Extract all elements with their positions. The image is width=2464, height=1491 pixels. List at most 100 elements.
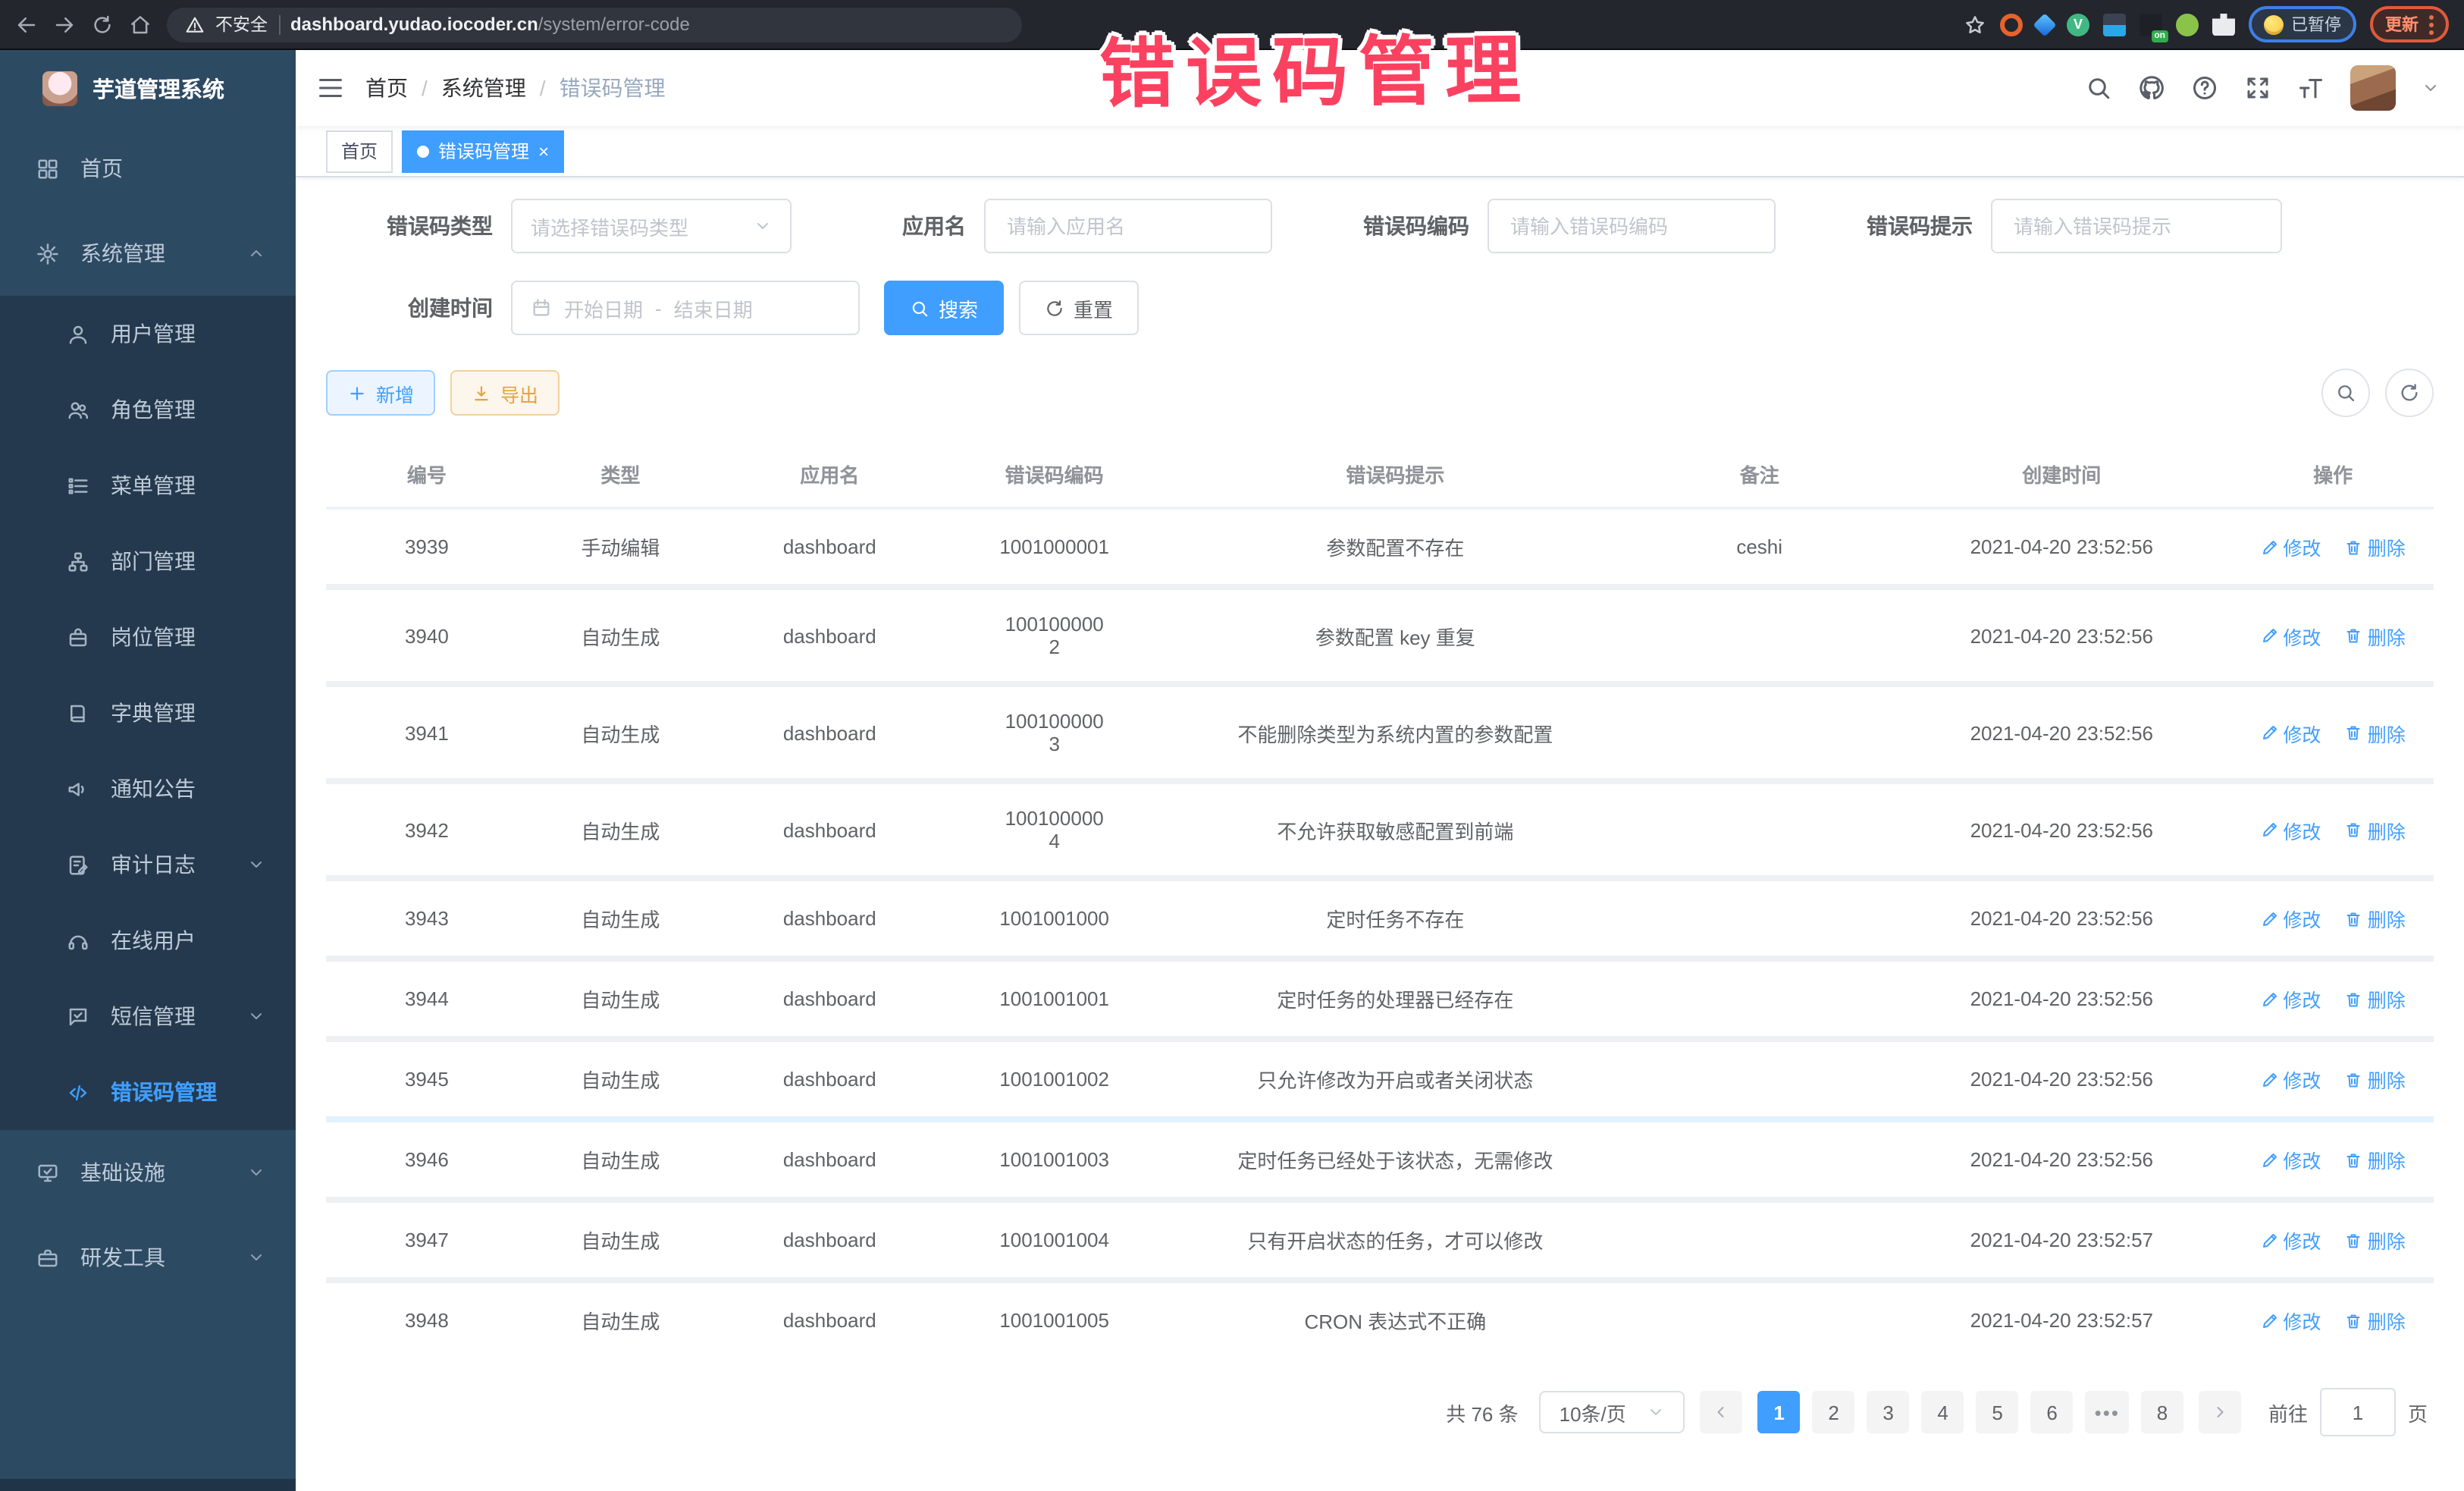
edit-link[interactable]: 修改	[2260, 532, 2321, 561]
sidebar-item[interactable]: 岗位管理	[0, 599, 296, 675]
delete-link[interactable]: 删除	[2345, 904, 2406, 933]
extensions-puzzle-icon[interactable]	[2212, 13, 2235, 36]
sidebar-item[interactable]: 通知公告	[0, 751, 296, 827]
browser-reload-icon[interactable]	[91, 13, 114, 36]
browser-menu-icon[interactable]	[2429, 14, 2434, 34]
browser-forward-icon[interactable]	[53, 13, 76, 36]
sidebar-item[interactable]: 审计日志	[0, 827, 296, 902]
logo-avatar	[42, 71, 77, 105]
cell-id: 3948	[326, 1280, 528, 1358]
page-button[interactable]: •••	[2086, 1391, 2129, 1433]
delete-link[interactable]: 删除	[2345, 621, 2406, 650]
extension-key-icon[interactable]	[2176, 13, 2199, 36]
extension-adblock-on-icon[interactable]	[2140, 13, 2162, 36]
app-logo[interactable]: 芋道管理系统	[0, 50, 296, 126]
chevron-icon	[247, 244, 265, 262]
search-button[interactable]: 搜索	[884, 281, 1004, 335]
help-icon[interactable]	[2191, 74, 2218, 102]
sidebar-item[interactable]: 首页	[0, 126, 296, 211]
app-name-input[interactable]	[1004, 213, 1252, 239]
goto-page-input[interactable]	[2320, 1388, 2396, 1436]
sidebar-item[interactable]: 字典管理	[0, 675, 296, 751]
breadcrumb-current: 错误码管理	[560, 73, 666, 103]
date-range-picker[interactable]: 开始日期 - 结束日期	[511, 281, 860, 335]
extension-vue-devtools-icon[interactable]: V	[2067, 13, 2089, 36]
breadcrumb-home[interactable]: 首页	[365, 73, 408, 103]
delete-link[interactable]: 删除	[2345, 1065, 2406, 1094]
browser-home-icon[interactable]	[129, 13, 152, 36]
cell-id: 3944	[326, 959, 528, 1039]
sidebar-item[interactable]: 短信管理	[0, 978, 296, 1054]
next-page-button[interactable]	[2199, 1391, 2241, 1433]
page-button[interactable]: 5	[1977, 1391, 2019, 1433]
delete-link[interactable]: 删除	[2345, 815, 2406, 844]
sidebar-item[interactable]: 角色管理	[0, 372, 296, 447]
toggle-search-button[interactable]	[2321, 369, 2370, 417]
edit-link[interactable]: 修改	[2260, 1065, 2321, 1094]
error-type-select[interactable]: 请选择错误码类型	[511, 199, 792, 253]
tab-close-icon[interactable]: ×	[538, 142, 549, 160]
page-size-select[interactable]: 10条/页	[1540, 1391, 1685, 1433]
edit-link[interactable]: 修改	[2260, 621, 2321, 650]
tab-error-code[interactable]: 错误码管理×	[402, 130, 564, 172]
delete-link[interactable]: 删除	[2345, 718, 2406, 747]
breadcrumb-system[interactable]: 系统管理	[441, 73, 526, 103]
export-button[interactable]: 导出	[450, 370, 560, 416]
extension-grid-icon[interactable]	[2103, 13, 2126, 36]
avatar-caret-icon[interactable]	[2422, 79, 2440, 97]
sidebar-item[interactable]: 部门管理	[0, 523, 296, 599]
user-avatar[interactable]	[2350, 65, 2396, 111]
menu-icon	[67, 626, 89, 648]
edit-link[interactable]: 修改	[2260, 718, 2321, 747]
page-button[interactable]: 3	[1867, 1391, 1910, 1433]
cell-id: 3943	[326, 878, 528, 959]
page-button[interactable]: 4	[1922, 1391, 1964, 1433]
address-bar[interactable]: 不安全 dashboard.yudao.iocoder.cn/system/er…	[167, 7, 1022, 42]
edit-link[interactable]: 修改	[2260, 984, 2321, 1013]
edit-link[interactable]: 修改	[2260, 1226, 2321, 1254]
delete-link[interactable]: 删除	[2345, 1306, 2406, 1335]
delete-link[interactable]: 删除	[2345, 1145, 2406, 1174]
hamburger-icon[interactable]	[296, 74, 365, 102]
sidebar-item[interactable]: 系统管理	[0, 211, 296, 296]
sidebar-item[interactable]: 用户管理	[0, 296, 296, 372]
github-icon[interactable]	[2138, 74, 2165, 102]
page-button[interactable]: 2	[1813, 1391, 1855, 1433]
extension-target-icon[interactable]	[2000, 13, 2023, 36]
tab-home[interactable]: 首页	[326, 130, 393, 172]
delete-link[interactable]: 删除	[2345, 1226, 2406, 1254]
refresh-button[interactable]	[2385, 369, 2434, 417]
error-code-input[interactable]	[1507, 213, 1756, 239]
page-button[interactable]: 1	[1758, 1391, 1801, 1433]
reset-button[interactable]: 重置	[1019, 281, 1139, 335]
cell-msg: 只有开启状态的任务，才可以修改	[1163, 1200, 1628, 1280]
fullscreen-icon[interactable]	[2244, 74, 2271, 102]
header-search-icon[interactable]	[2085, 74, 2112, 102]
delete-link[interactable]: 删除	[2345, 532, 2406, 561]
sidebar-item[interactable]: 在线用户	[0, 902, 296, 978]
paused-badge[interactable]: 已暂停	[2249, 6, 2356, 42]
sidebar-item[interactable]: 错误码管理	[0, 1054, 296, 1130]
edit-link[interactable]: 修改	[2260, 904, 2321, 933]
edit-link[interactable]: 修改	[2260, 1145, 2321, 1174]
page-button[interactable]: 6	[2031, 1391, 2074, 1433]
add-button[interactable]: 新增	[326, 370, 435, 416]
font-size-icon[interactable]	[2297, 74, 2324, 102]
sidebar-item[interactable]: 菜单管理	[0, 447, 296, 523]
page-button[interactable]: 8	[2141, 1391, 2183, 1433]
cell-time: 2021-04-20 23:52:56	[1891, 781, 2232, 878]
sidebar-item[interactable]: 研发工具	[0, 1215, 296, 1300]
extension-gem-icon[interactable]	[2033, 12, 2056, 36]
error-msg-input[interactable]	[2011, 213, 2262, 239]
prev-page-button[interactable]	[1701, 1391, 1743, 1433]
sidebar-item-label: 角色管理	[111, 394, 296, 425]
menu-icon	[67, 853, 89, 876]
edit-link[interactable]: 修改	[2260, 1306, 2321, 1335]
delete-link[interactable]: 删除	[2345, 984, 2406, 1013]
edit-link[interactable]: 修改	[2260, 815, 2321, 844]
browser-back-icon[interactable]	[15, 13, 38, 36]
table-row: 3945 自动生成 dashboard 1001001002 只允许修改为开启或…	[326, 1039, 2434, 1119]
sidebar-item[interactable]: 基础设施	[0, 1130, 296, 1215]
browser-update-button[interactable]: 更新	[2370, 6, 2449, 42]
bookmark-star-icon[interactable]	[1964, 13, 1986, 36]
